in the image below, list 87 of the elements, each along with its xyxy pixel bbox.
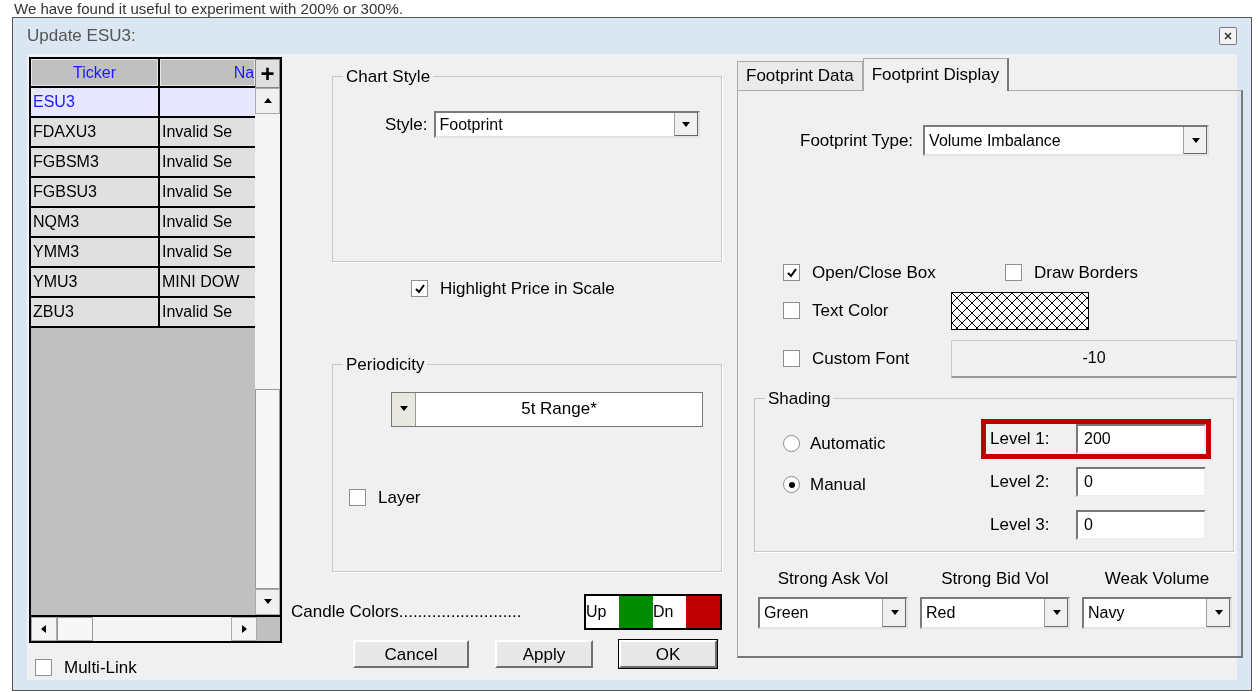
table-row[interactable]: NQM3 Invalid Se [31,208,256,238]
table-cell: FDAXU3 [31,118,160,146]
table-row[interactable]: ZBU3 Invalid Se [31,298,256,328]
field-label: Level 2: [990,470,1051,493]
table-cell-text: Invalid Se [161,122,234,142]
checkbox-label: Multi-Link [64,656,137,679]
table-cell: YMU3 [31,268,160,296]
scroll-corner [257,617,280,641]
table-cell: ESU3 [31,88,160,116]
table-row[interactable]: ESU3 [31,88,256,118]
checkbox[interactable] [1005,264,1022,282]
table-cell-text: Invalid Se [161,182,234,202]
table-cell-text: Invalid Se [161,212,234,232]
checkbox[interactable] [411,280,428,298]
tab[interactable]: Footprint Display [862,58,1010,91]
dialog-button[interactable]: Apply [495,639,593,668]
font-field[interactable]: -10 [951,339,1237,378]
color-swatch[interactable] [686,595,720,628]
candle-colors-label: Candle Colors.......................... [291,600,523,623]
window-title: Update ESU3: [27,25,136,48]
scrollbar-thumb[interactable] [255,389,280,590]
radio-button[interactable] [783,434,800,452]
checkbox[interactable] [783,302,800,319]
checkbox-label: Layer [378,486,421,509]
checkbox-label: Custom Font [812,347,910,370]
field-label: Level 1: [990,427,1051,450]
table-row[interactable]: YMU3 MINI DOW [31,268,256,298]
table-cell: NQM3 [31,208,160,236]
close-icon[interactable] [1219,27,1237,45]
field-label: Style: [385,113,428,136]
input-field[interactable]: 0 [1076,466,1206,497]
tab[interactable]: Footprint Data [737,61,863,90]
checkbox[interactable] [349,488,366,506]
hatched-swatch[interactable] [951,291,1089,330]
checkbox-label: Draw Borders [1034,262,1138,284]
checkbox-label: Highlight Price in Scale [440,278,615,300]
arrow-icon [262,96,273,106]
input-field[interactable]: 200 [1076,423,1206,454]
field-label: Strong Ask Vol [777,567,889,590]
caption: We have found it useful to experiment with 200% or 300%. [13,0,405,17]
dropdown[interactable]: Volume Imbalance [923,125,1210,156]
scroll-up-button[interactable] [255,88,280,114]
scroll-left-button[interactable] [31,617,57,641]
checkbox[interactable] [35,658,52,676]
checkbox[interactable] [783,264,800,282]
field-label: Strong Bid Vol [941,567,1049,590]
table-row[interactable]: FGBSM3 Invalid Se [31,148,256,178]
periodicity-field[interactable]: 5t Range* [391,391,703,427]
dialog-button[interactable]: Cancel [353,639,469,668]
input-field[interactable]: 0 [1076,509,1206,540]
table-row[interactable]: FGBSU3 Invalid Se [31,178,256,208]
checkbox-label: Open/Close Box [812,262,936,284]
radio-label: Automatic [810,432,886,455]
table-row[interactable]: FDAXU3 Invalid Se [31,118,256,148]
dropdown[interactable]: Footprint [433,111,700,138]
candle-label: Dn [653,595,686,628]
column-header[interactable]: Na [160,59,256,86]
table-cell: YMM3 [31,238,160,266]
color-swatch[interactable] [619,595,653,628]
table-cell: ZBU3 [31,298,160,326]
column-header[interactable]: Ticker [31,59,158,86]
radio-label: Manual [810,474,866,496]
scroll-right-button[interactable] [231,617,257,641]
arrow-icon [239,623,249,634]
dropdown[interactable]: Navy [1082,597,1232,629]
table-cell-text: Invalid Se [161,302,234,322]
arrow-icon [39,623,49,634]
table-row[interactable]: YMM3 Invalid Se [31,238,256,268]
radio-button[interactable] [783,476,800,494]
field-label: Weak Volume [1104,567,1210,590]
field-label: Level 3: [990,513,1051,536]
table-cell-text: MINI DOW [161,272,241,292]
table-cell: FGBSM3 [31,148,160,176]
add-button[interactable]: + [255,59,280,88]
table-cell-text: Invalid Se [161,152,234,172]
table-cell: FGBSU3 [31,178,160,206]
scrollbar-thumb[interactable] [57,617,93,641]
scroll-down-button[interactable] [255,589,280,616]
candle-label: Up [586,595,619,628]
dialog-button[interactable]: OK [619,639,717,668]
table-cell-text: Invalid Se [161,242,234,262]
field-label: Footprint Type: [800,129,914,152]
candle-color-picker[interactable]: Up Dn [584,593,722,630]
dropdown[interactable]: Green [758,597,908,629]
checkbox-label: Text Color [812,299,889,322]
dropdown[interactable]: Red [920,597,1070,629]
checkbox[interactable] [783,350,800,367]
